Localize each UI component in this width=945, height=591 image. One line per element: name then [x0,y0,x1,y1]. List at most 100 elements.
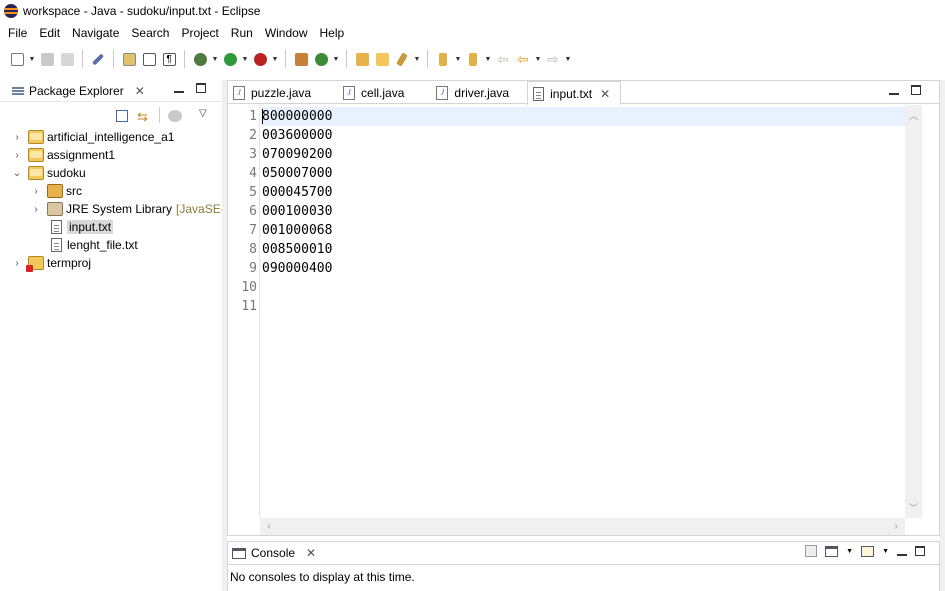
tab-cell-java[interactable]: J cell.java [321,81,414,104]
new-dropdown-arrow-icon[interactable]: ▼ [28,50,36,68]
minimize-icon[interactable] [897,546,907,556]
next-annotation-icon[interactable] [434,50,452,68]
tree-item-jre-system-library[interactable]: › JRE System Library [JavaSE-1. [31,200,235,218]
run-dropdown-arrow-icon[interactable]: ▼ [241,50,249,68]
last-edit-icon[interactable]: ⇦ [494,50,512,68]
tree-item-src[interactable]: › src [31,182,82,200]
new-icon[interactable] [8,50,26,68]
toggle-mark-icon[interactable] [89,50,107,68]
tree-item-sudoku[interactable]: ⌄ sudoku [12,164,86,182]
menu-edit[interactable]: Edit [33,23,66,43]
tree-item-input-txt[interactable]: input.txt [45,218,114,236]
scroll-up-icon[interactable]: ︿ [905,109,922,123]
minimize-icon[interactable] [889,85,899,95]
title-bar: workspace - Java - sudoku/input.txt - Ec… [0,0,945,22]
close-icon[interactable]: ✕ [600,87,610,101]
scroll-down-icon[interactable]: ﹀ [905,501,922,515]
maximize-icon[interactable] [196,83,206,93]
open-console-icon[interactable] [861,545,875,557]
search-icon[interactable] [393,50,411,68]
text-editor[interactable]: 1 2 3 4 5 6 7 8 9 10 11 800000000 003600… [228,105,939,535]
tab-driver-java[interactable]: J driver.java [414,81,519,104]
new-class-icon[interactable] [312,50,330,68]
tree-item-label: src [66,184,82,198]
vertical-scrollbar[interactable]: ︿ ﹀ [905,105,922,518]
show-whitespace-icon[interactable]: ¶ [160,50,178,68]
open-folder-icon[interactable] [353,50,371,68]
new-class-dropdown-arrow-icon[interactable]: ▼ [332,50,340,68]
debug-dropdown-arrow-icon[interactable]: ▼ [211,50,219,68]
close-icon[interactable]: ✕ [135,84,145,98]
menu-navigate[interactable]: Navigate [66,23,125,43]
debug-icon[interactable] [191,50,209,68]
menu-window[interactable]: Window [259,23,314,43]
line-number: 1 [249,109,257,124]
code-line[interactable]: 090000400 [262,259,332,278]
pin-console-icon[interactable] [805,545,818,557]
code-line[interactable]: 800000000 [262,107,332,126]
chevron-right-icon[interactable]: › [31,204,41,215]
project-error-icon [26,256,44,272]
menu-search[interactable]: Search [125,23,175,43]
menu-run[interactable]: Run [225,23,259,43]
chevron-right-icon[interactable]: › [12,150,22,161]
chevron-right-icon[interactable]: › [31,186,41,197]
display-console-dropdown-icon[interactable]: ▼ [846,548,853,555]
open-task-icon[interactable] [140,50,158,68]
tab-package-explorer[interactable]: Package Explorer ✕ [8,80,149,102]
maximize-icon[interactable] [915,546,925,556]
code-line[interactable]: 001000068 [262,221,332,240]
forward-dropdown-arrow-icon[interactable]: ▼ [564,50,572,68]
code-line[interactable]: 003600000 [262,126,332,145]
open-file-icon[interactable] [373,50,391,68]
tree-item-artificial-intelligence-a1[interactable]: › artificial_intelligence_a1 [12,128,174,146]
chevron-right-icon[interactable]: › [12,132,22,143]
tab-input-txt[interactable]: input.txt ✕ [527,81,622,105]
package-explorer-toolbar: ⇆ ▽ [0,102,222,128]
close-icon[interactable]: ✕ [306,546,316,560]
new-java-project-icon[interactable] [292,50,310,68]
open-console-dropdown-icon[interactable]: ▼ [882,548,889,555]
open-type-icon[interactable] [120,50,138,68]
code-line[interactable]: 050007000 [262,164,332,183]
save-all-icon[interactable] [58,50,76,68]
menu-bar: File Edit Navigate Search Project Run Wi… [0,22,945,44]
code-line[interactable]: 070090200 [262,145,332,164]
chevron-down-icon[interactable]: ⌄ [12,168,22,179]
tab-label: cell.java [361,85,405,100]
forward-icon[interactable]: ⇨ [544,50,562,68]
maximize-icon[interactable] [911,85,921,95]
tree-item-termproj[interactable]: › termproj [12,254,91,272]
tab-puzzle-java[interactable]: J puzzle.java [228,81,321,104]
back-icon[interactable]: ⇦ [514,50,532,68]
tab-console[interactable]: Console ✕ [232,546,316,560]
scroll-left-icon[interactable]: ‹ [262,518,276,535]
coverage-dropdown-arrow-icon[interactable]: ▼ [271,50,279,68]
next-annotation-dropdown-arrow-icon[interactable]: ▼ [454,50,462,68]
collapse-all-icon[interactable] [116,110,128,122]
tree-item-assignment1[interactable]: › assignment1 [12,146,115,164]
chevron-right-icon[interactable]: › [12,258,22,269]
search-dropdown-arrow-icon[interactable]: ▼ [413,50,421,68]
package-explorer-panel: Package Explorer ✕ ⇆ ▽ › artificial_inte… [0,80,235,591]
menu-help[interactable]: Help [314,23,351,43]
run-coverage-icon[interactable] [251,50,269,68]
menu-file[interactable]: File [2,23,33,43]
scroll-right-icon[interactable]: › [889,518,903,535]
tree-item-lenght-file-txt[interactable]: lenght_file.txt [45,236,138,254]
prev-annotation-dropdown-arrow-icon[interactable]: ▼ [484,50,492,68]
link-with-editor-icon[interactable]: ⇆ [137,109,148,125]
view-menu-icon[interactable]: ▽ [199,108,207,119]
code-line[interactable]: 008500010 [262,240,332,259]
horizontal-scrollbar[interactable]: ‹ › [260,518,905,535]
display-console-icon[interactable] [825,545,839,557]
code-line[interactable]: 000045700 [262,183,332,202]
prev-annotation-icon[interactable] [464,50,482,68]
back-dropdown-arrow-icon[interactable]: ▼ [534,50,542,68]
run-icon[interactable] [221,50,239,68]
save-icon[interactable] [38,50,56,68]
minimize-icon[interactable] [174,83,184,93]
code-line[interactable]: 000100030 [262,202,332,221]
menu-project[interactable]: Project [175,23,224,43]
focus-on-active-task-icon[interactable] [168,110,182,122]
